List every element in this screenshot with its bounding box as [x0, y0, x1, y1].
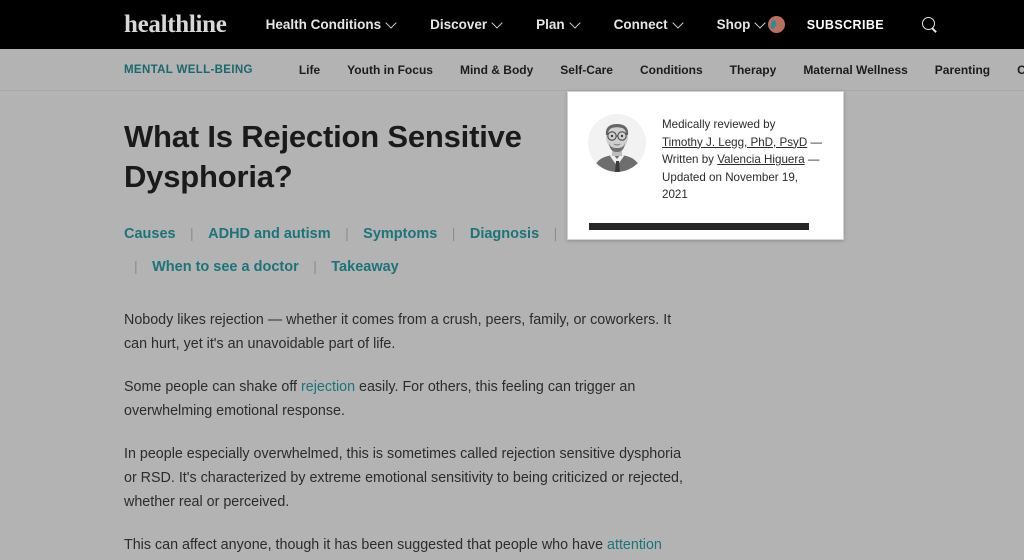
page-title: What Is Rejection Sensitive Dysphoria? [124, 119, 522, 194]
nav-item-health-conditions[interactable]: Health Conditions [266, 17, 396, 32]
subnav-items: Life Youth in Focus Mind & Body Self-Car… [299, 63, 1024, 77]
subnav-item-maternal-wellness[interactable]: Maternal Wellness [803, 63, 907, 77]
nav-item-discover[interactable]: Discover [430, 17, 501, 32]
chevron-down-icon [387, 19, 395, 27]
subnav-category-label[interactable]: MENTAL WELL-BEING [124, 64, 253, 76]
nav-item-label: Shop [716, 17, 751, 32]
subnav-item-youth-in-focus[interactable]: Youth in Focus [347, 63, 433, 77]
medically-reviewed-prefix: Medically reviewed by [662, 118, 776, 131]
avatar [588, 114, 646, 172]
subnav-item-conditions[interactable]: Conditions [640, 63, 703, 77]
anchor-separator: | [451, 225, 456, 242]
chevron-down-icon [571, 19, 579, 27]
nav-item-label: Discover [430, 17, 488, 32]
anchor-separator: | [190, 225, 194, 242]
anchor-link-takeaway[interactable]: Takeaway [331, 259, 398, 275]
subnav-item-life[interactable]: Life [299, 63, 320, 77]
inline-link[interactable]: attention deficit hyperactivity disorder… [124, 537, 662, 560]
author-link[interactable]: Valencia Higuera [717, 153, 804, 166]
byline-progress-bar [589, 223, 809, 231]
reviewer-link[interactable]: Timothy J. Legg, PhD, PsyD [662, 136, 807, 149]
anchor-separator: | [134, 258, 138, 275]
chevron-down-icon [493, 19, 501, 27]
inline-link[interactable]: rejection [301, 379, 355, 395]
anchor-link-when-to-see-a-doctor[interactable]: When to see a doctor [152, 259, 299, 275]
article-content: What Is Rejection Sensitive Dysphoria? C… [0, 91, 1024, 560]
chevron-down-icon [756, 19, 764, 27]
subnav-item-therapy[interactable]: Therapy [730, 63, 777, 77]
anchor-separator: | [553, 225, 558, 242]
subnav-item-parenting[interactable]: Parenting [935, 63, 990, 77]
category-subnav: MENTAL WELL-BEING Life Youth in Focus Mi… [0, 49, 1024, 91]
nav-item-label: Health Conditions [265, 17, 382, 32]
nav-item-label: Connect [613, 17, 668, 32]
anchor-link-diagnosis[interactable]: Diagnosis [470, 226, 539, 242]
nav-item-plan[interactable]: Plan [536, 17, 579, 32]
paragraph: Some people can shake off rejection easi… [124, 378, 636, 419]
paragraph: In people especially overwhelmed, this i… [124, 446, 683, 511]
healthline-logo[interactable]: healthline [124, 12, 227, 37]
anchor-link-causes[interactable]: Causes [124, 226, 176, 242]
nav-item-shop[interactable]: Shop [717, 17, 765, 32]
site-header: healthline Health Conditions Discover Pl… [0, 0, 1024, 49]
subnav-item-crisis-support[interactable]: Crisis Support [1017, 63, 1024, 77]
nav-item-label: Plan [536, 17, 565, 32]
subnav-item-self-care[interactable]: Self-Care [560, 63, 613, 77]
nav-item-connect[interactable]: Connect [614, 17, 682, 32]
anchor-link-adhd-and-autism[interactable]: ADHD and autism [208, 226, 330, 242]
anchor-separator: | [313, 258, 317, 275]
byline-text: Medically reviewed by Timothy J. Legg, P… [662, 114, 823, 204]
healthline-leaf-icon [767, 16, 785, 33]
paragraph: Nobody likes rejection — whether it come… [124, 311, 672, 352]
anchor-link-symptoms[interactable]: Symptoms [363, 226, 437, 242]
anchor-separator: | [345, 225, 349, 242]
chevron-down-icon [674, 19, 682, 27]
header-actions: SUBSCRIBE [767, 0, 938, 49]
byline-top: Medically reviewed by Timothy J. Legg, P… [588, 114, 823, 204]
article-body: Nobody likes rejection — whether it come… [124, 308, 686, 560]
primary-nav: Health Conditions Discover Plan Connect … [266, 17, 800, 32]
paragraph: This can affect anyone, though it has be… [124, 533, 686, 560]
subnav-item-mind-and-body[interactable]: Mind & Body [460, 63, 533, 77]
byline-card: Medically reviewed by Timothy J. Legg, P… [567, 91, 844, 240]
search-icon[interactable] [922, 16, 938, 33]
subscribe-button[interactable]: SUBSCRIBE [807, 18, 884, 32]
